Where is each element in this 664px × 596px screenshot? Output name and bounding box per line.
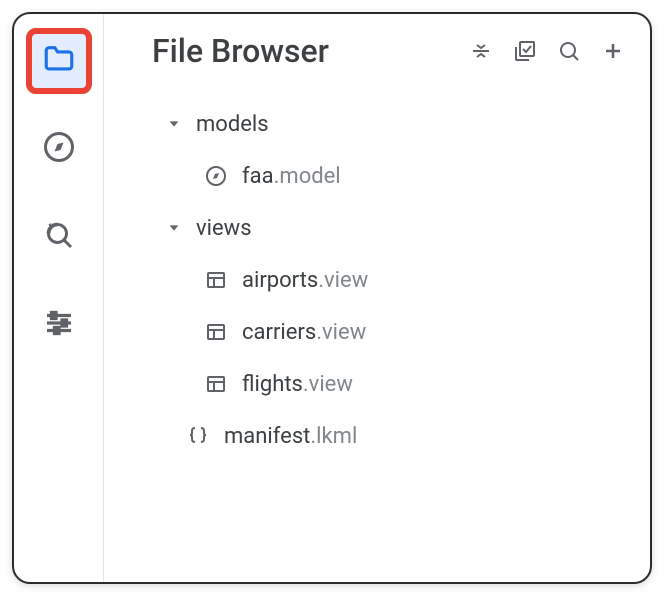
braces-icon	[184, 422, 212, 450]
history-tab[interactable]	[26, 204, 92, 270]
compass-icon	[41, 129, 77, 169]
folder-views-children: airports.view carriers.view flights.view	[164, 254, 626, 410]
panel-header: File Browser	[122, 32, 626, 70]
file-carriers-view[interactable]: carriers.view	[202, 306, 626, 358]
file-browser-tab[interactable]	[26, 28, 92, 94]
file-flights-view[interactable]: flights.view	[202, 358, 626, 410]
table-icon	[202, 318, 230, 346]
file-manifest-lkml[interactable]: manifest.lkml	[164, 410, 626, 462]
folder-label: views	[196, 216, 252, 241]
collapse-all-button[interactable]	[468, 38, 494, 64]
file-airports-view[interactable]: airports.view	[202, 254, 626, 306]
folder-models[interactable]: models	[164, 98, 626, 150]
main-panel: File Browser	[104, 14, 650, 582]
explore-tab[interactable]	[26, 116, 92, 182]
add-button[interactable]	[600, 38, 626, 64]
table-icon	[202, 266, 230, 294]
left-rail	[14, 14, 104, 582]
folder-models-children: faa.model	[164, 150, 626, 202]
file-browser-window: File Browser	[12, 12, 652, 584]
file-tree: models faa.model views	[122, 98, 626, 462]
file-label: manifest.lkml	[224, 424, 357, 449]
sliders-icon	[41, 305, 77, 345]
folder-views[interactable]: views	[164, 202, 626, 254]
panel-title: File Browser	[152, 32, 329, 70]
chevron-down-icon	[164, 218, 184, 238]
settings-tab[interactable]	[26, 292, 92, 358]
refresh-search-icon	[41, 217, 77, 257]
folder-label: models	[196, 112, 269, 137]
search-button[interactable]	[556, 38, 582, 64]
folder-icon	[42, 42, 76, 80]
file-label: carriers.view	[242, 320, 366, 345]
header-actions	[468, 38, 626, 64]
file-faa-model[interactable]: faa.model	[202, 150, 626, 202]
compass-icon	[202, 162, 230, 190]
file-label: airports.view	[242, 268, 368, 293]
file-label: flights.view	[242, 372, 353, 397]
chevron-down-icon	[164, 114, 184, 134]
bulk-select-button[interactable]	[512, 38, 538, 64]
table-icon	[202, 370, 230, 398]
file-label: faa.model	[242, 164, 341, 189]
